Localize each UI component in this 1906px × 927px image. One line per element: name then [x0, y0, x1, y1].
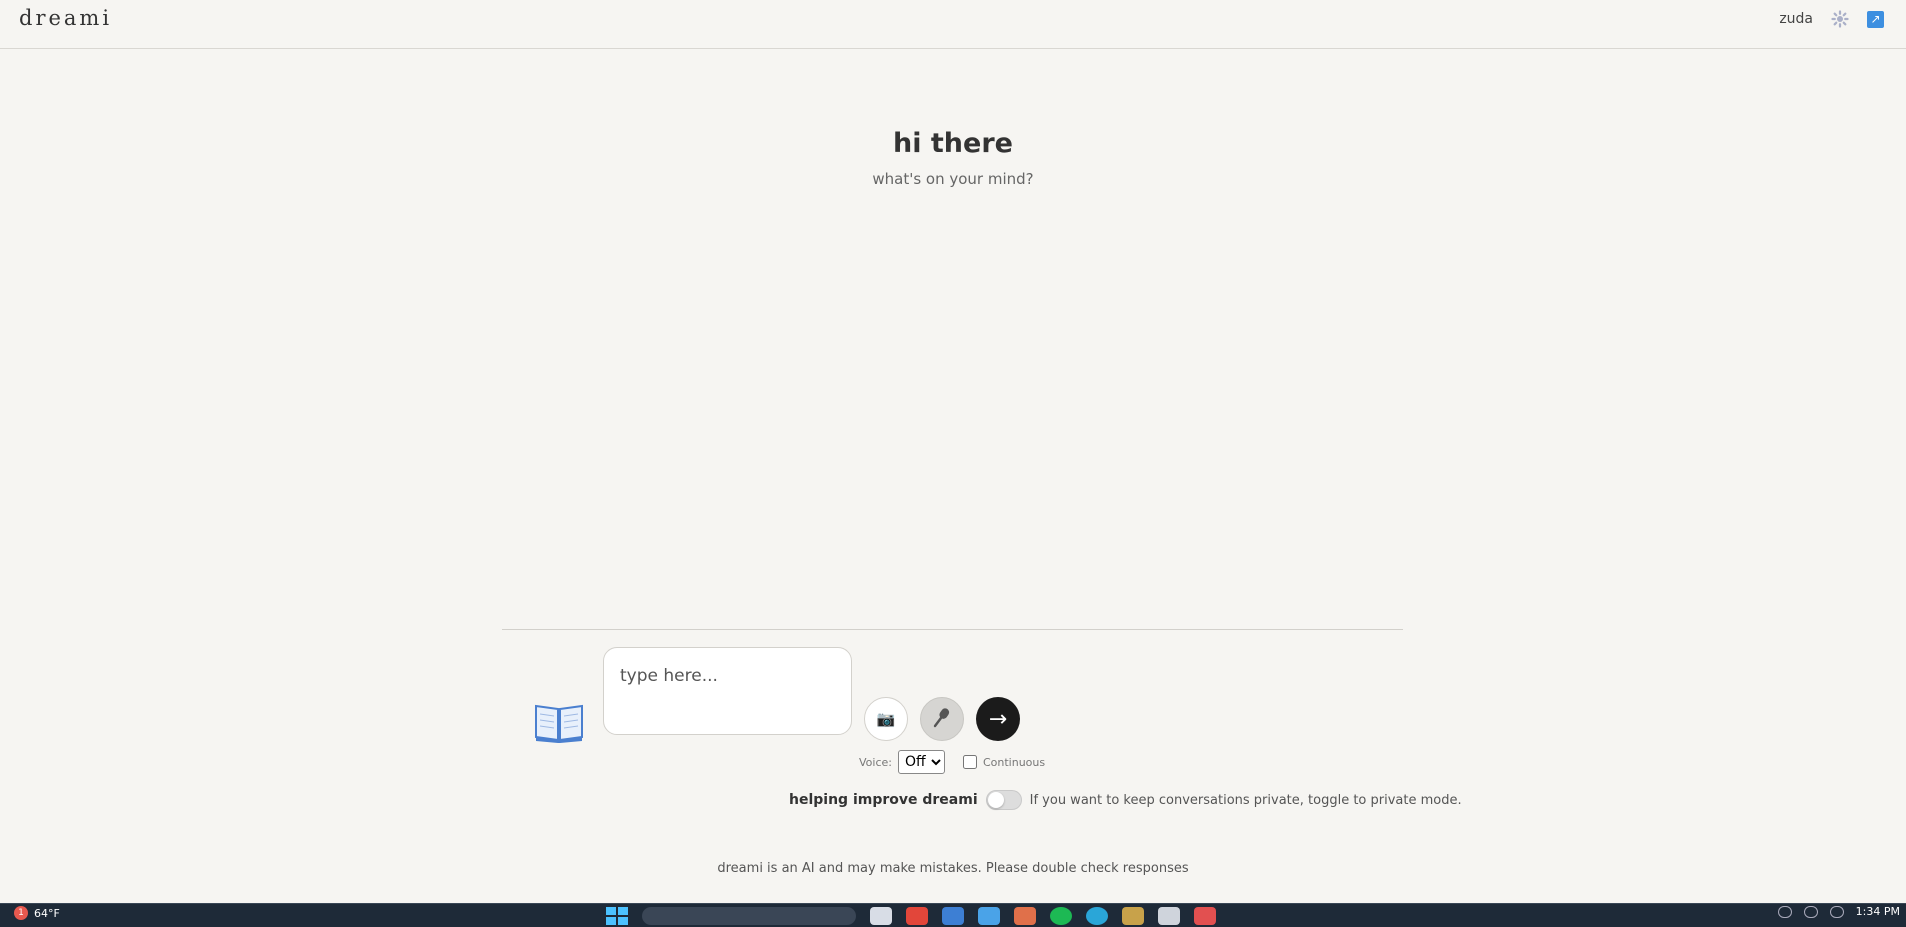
message-input[interactable]	[603, 647, 852, 735]
app-icon-store[interactable]	[942, 907, 964, 925]
toggle-knob	[987, 792, 1004, 808]
calendar-icon[interactable]	[1194, 907, 1216, 925]
send-button[interactable]: →	[976, 697, 1020, 741]
composer-divider	[502, 629, 1403, 630]
privacy-toggle[interactable]	[985, 790, 1022, 810]
voice-select[interactable]: Off	[897, 750, 945, 774]
voice-label: Voice:	[859, 755, 892, 769]
app-icon-gray[interactable]	[1158, 907, 1180, 925]
continuous-label: Continuous	[982, 755, 1046, 769]
greeting-title: hi there	[893, 128, 1013, 159]
header-actions: zuda ↗	[1779, 10, 1884, 28]
os-taskbar: 1 64°F 1:34 PM	[0, 903, 1906, 927]
camera-icon: 📷	[876, 710, 896, 728]
microphone-icon	[932, 706, 952, 732]
system-tray: 1:34 PM	[1777, 905, 1900, 918]
app-logo[interactable]: dreami	[19, 6, 112, 30]
notification-badge: 1	[14, 906, 28, 920]
privacy-label: helping improve dreami	[789, 792, 978, 808]
continuous-checkbox[interactable]	[962, 755, 977, 769]
volume-icon[interactable]	[1829, 905, 1844, 918]
app-icon-blue[interactable]	[978, 907, 1000, 925]
gear-icon[interactable]	[1831, 10, 1849, 28]
app-icon-red[interactable]	[906, 907, 928, 925]
microphone-button[interactable]	[920, 697, 964, 741]
privacy-description: If you want to keep conversations privat…	[1029, 792, 1462, 808]
voice-controls: Voice: Off Continuous	[859, 750, 1045, 774]
windows-start-icon[interactable]	[606, 907, 628, 925]
camera-button[interactable]: 📷	[864, 697, 908, 741]
app-icon-orange[interactable]	[1014, 907, 1036, 925]
spotify-icon[interactable]	[1050, 907, 1072, 925]
wifi-icon[interactable]	[1803, 905, 1818, 918]
greeting-subtitle: what's on your mind?	[872, 170, 1034, 188]
file-explorer-icon[interactable]	[870, 907, 892, 925]
taskbar-apps	[606, 907, 1216, 925]
arrow-right-icon: →	[988, 706, 1008, 732]
weather-widget[interactable]: 1 64°F	[14, 906, 60, 920]
top-bar: dreami zuda ↗	[0, 0, 1906, 49]
privacy-row: helping improve dreami If you want to ke…	[789, 790, 1462, 810]
ai-disclaimer: dreami is an AI and may make mistakes. P…	[717, 861, 1189, 876]
taskbar-search[interactable]	[642, 907, 856, 925]
open-book-icon[interactable]	[534, 700, 584, 744]
browser-icon[interactable]	[1086, 907, 1108, 925]
clock[interactable]: 1:34 PM	[1856, 905, 1900, 918]
external-link-icon[interactable]: ↗	[1867, 10, 1884, 28]
app-icon-gold[interactable]	[1122, 907, 1144, 925]
weather-temperature: 64°F	[34, 906, 60, 920]
username[interactable]: zuda	[1779, 11, 1813, 27]
tray-icon[interactable]	[1777, 905, 1792, 918]
